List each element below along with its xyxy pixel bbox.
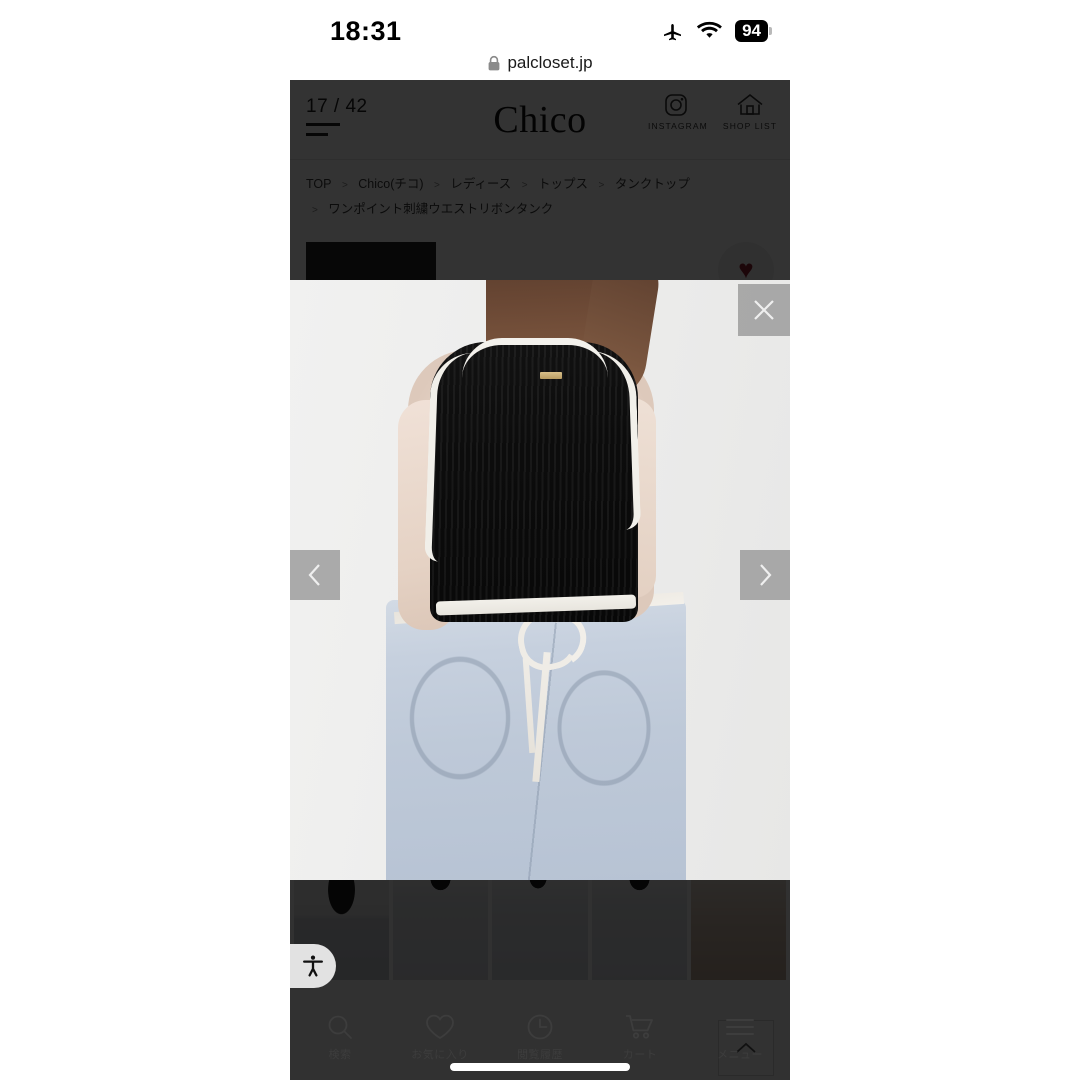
progress-bar-fill bbox=[306, 133, 328, 136]
breadcrumb-item-0[interactable]: TOP bbox=[306, 177, 331, 191]
breadcrumb-separator: > bbox=[433, 180, 440, 191]
home-icon bbox=[722, 92, 778, 118]
status-bar-indicators: 94 bbox=[660, 19, 772, 43]
breadcrumb-separator: > bbox=[312, 204, 318, 216]
header-actions: INSTAGRAM SHOP LIST bbox=[648, 92, 778, 131]
photo-tank-neck-trim bbox=[462, 338, 608, 378]
breadcrumb-item-4[interactable]: タンクトップ bbox=[615, 177, 690, 191]
wifi-icon bbox=[697, 21, 722, 41]
chevron-right-icon bbox=[754, 562, 776, 588]
breadcrumb-item-5: ワンポイント刺繍ウエストリボンタンク bbox=[328, 201, 554, 216]
lightbox-next-button[interactable] bbox=[740, 550, 790, 600]
thumbnail-item[interactable] bbox=[591, 870, 687, 980]
breadcrumb-separator: > bbox=[341, 180, 348, 191]
progress-bar-track bbox=[306, 123, 340, 126]
header-shoplist-label: SHOP LIST bbox=[722, 121, 778, 131]
thumbnail-item[interactable] bbox=[690, 870, 787, 980]
image-counter-progress bbox=[306, 123, 402, 136]
menu-icon bbox=[690, 1010, 790, 1044]
search-icon bbox=[290, 1010, 390, 1044]
tab-favorites-label: お気に入り bbox=[411, 1049, 469, 1061]
web-page: 17 / 42 Chico INSTAGRAM SHOP LIST TOP > … bbox=[290, 80, 790, 1080]
lock-icon bbox=[487, 55, 501, 72]
header-shoplist-button[interactable]: SHOP LIST bbox=[722, 92, 778, 131]
tab-menu-label: メニュー bbox=[717, 1049, 763, 1061]
header-instagram-label: INSTAGRAM bbox=[648, 121, 708, 131]
lightbox-close-button[interactable] bbox=[738, 284, 790, 336]
tab-cart-label: カート bbox=[622, 1049, 658, 1061]
airplane-icon bbox=[660, 19, 684, 43]
image-lightbox bbox=[290, 280, 790, 880]
clock-icon bbox=[490, 1010, 590, 1044]
status-bar-time: 18:31 bbox=[330, 15, 402, 46]
thumbnail-item[interactable] bbox=[393, 870, 489, 980]
breadcrumb: TOP > Chico(チコ) > レディース > トップス > タンクトップ … bbox=[290, 160, 790, 232]
screen: 18:31 94 palcloset.jp 17 / 42 Chico INST… bbox=[0, 0, 1080, 1080]
battery-level: 94 bbox=[735, 20, 768, 42]
browser-url-bar[interactable]: palcloset.jp bbox=[290, 46, 790, 80]
breadcrumb-separator: > bbox=[598, 180, 605, 191]
breadcrumb-separator: > bbox=[521, 180, 528, 191]
thumbnail-strip bbox=[290, 870, 790, 980]
tab-search-label: 検索 bbox=[328, 1049, 352, 1061]
tab-menu[interactable]: メニュー bbox=[690, 1010, 790, 1062]
breadcrumb-item-3[interactable]: トップス bbox=[538, 177, 588, 191]
tab-history-label: 閲覧履歴 bbox=[517, 1049, 563, 1061]
accessibility-widget-button[interactable] bbox=[290, 944, 336, 988]
image-counter-text: 17 / 42 bbox=[306, 96, 368, 117]
url-text: palcloset.jp bbox=[507, 53, 593, 72]
breadcrumb-item-1[interactable]: Chico(チコ) bbox=[358, 177, 423, 191]
tab-search[interactable]: 検索 bbox=[290, 1010, 390, 1062]
heart-icon bbox=[390, 1010, 490, 1044]
tab-cart[interactable]: カート bbox=[590, 1010, 690, 1062]
site-header: 17 / 42 Chico INSTAGRAM SHOP LIST bbox=[290, 80, 790, 160]
lightbox-product-image[interactable] bbox=[290, 280, 790, 880]
lightbox-prev-button[interactable] bbox=[290, 550, 340, 600]
photo-gold-label bbox=[540, 372, 562, 379]
site-logo[interactable]: Chico bbox=[493, 98, 586, 142]
battery-nub bbox=[769, 27, 772, 35]
header-instagram-button[interactable]: INSTAGRAM bbox=[648, 92, 708, 131]
thumbnail-item[interactable] bbox=[492, 870, 588, 980]
breadcrumb-item-2[interactable]: レディース bbox=[450, 177, 511, 191]
close-icon bbox=[751, 297, 777, 323]
battery-indicator: 94 bbox=[735, 20, 772, 42]
photo-tank-armhole-trim-left bbox=[424, 351, 476, 563]
tab-history[interactable]: 閲覧履歴 bbox=[490, 1010, 590, 1062]
tab-favorites[interactable]: お気に入り bbox=[390, 1010, 490, 1062]
home-indicator bbox=[450, 1063, 630, 1071]
instagram-icon bbox=[648, 92, 704, 118]
cart-icon bbox=[590, 1010, 690, 1044]
chevron-left-icon bbox=[304, 562, 326, 588]
accessibility-icon bbox=[301, 954, 325, 978]
image-counter: 17 / 42 bbox=[306, 96, 402, 136]
